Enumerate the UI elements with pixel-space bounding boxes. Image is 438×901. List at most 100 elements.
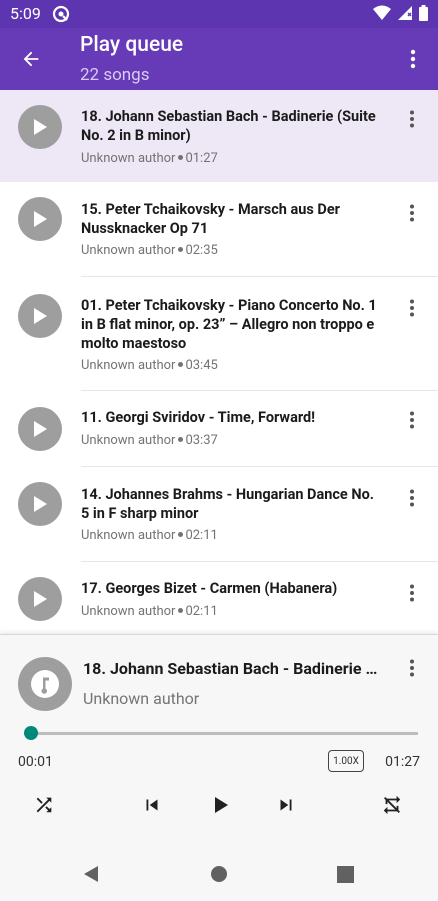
queue-item-author: Unknown author	[81, 528, 176, 543]
divider	[81, 276, 438, 277]
queue-item-duration: 02:35	[185, 243, 218, 258]
arrow-back-icon	[23, 51, 39, 67]
more-vert-icon	[410, 110, 414, 128]
more-vert-icon	[410, 299, 414, 317]
previous-button[interactable]	[136, 789, 168, 821]
separator-dot	[178, 362, 184, 368]
queue-item-author: Unknown author	[81, 151, 176, 166]
now-playing-title: 18. Johann Sebastian Bach - Badinerie (S…	[83, 659, 379, 678]
queue-item-title: 17. Georges Bizet - Carmen (Habanera)	[81, 580, 338, 597]
item-menu-button[interactable]	[402, 581, 422, 605]
separator-dot	[178, 247, 184, 253]
play-button[interactable]	[18, 294, 62, 338]
nav-home-icon	[211, 866, 227, 882]
battery-icon	[419, 5, 428, 21]
play-button[interactable]	[18, 407, 62, 451]
queue-item-meta: Unknown author 03:45	[81, 358, 218, 373]
queue-item[interactable]: 17. Georges Bizet - Carmen (Habanera) Un…	[0, 563, 438, 634]
queue-item-meta: Unknown author 02:35	[81, 243, 218, 258]
more-vert-icon	[410, 489, 414, 507]
more-vert-icon	[410, 204, 414, 222]
queue-item[interactable]: 18. Johann Sebastian Bach - Badinerie (S…	[0, 90, 438, 182]
divider	[81, 390, 438, 391]
nav-recents-icon	[336, 865, 354, 883]
current-time: 00:01	[18, 754, 53, 770]
queue-item-author: Unknown author	[81, 358, 176, 373]
overflow-menu-button[interactable]	[398, 42, 428, 76]
queue-item[interactable]: 11. Georgi Sviridov - Time, Forward! Unk…	[0, 392, 438, 467]
play-icon	[34, 591, 47, 607]
song-count: 22 songs	[80, 65, 150, 85]
play-icon	[34, 421, 47, 437]
total-time: 01:27	[385, 754, 420, 770]
queue-item-meta: Unknown author 01:27	[81, 151, 218, 166]
queue-item[interactable]: 15. Peter Tchaikovsky - Marsch aus Der N…	[0, 183, 438, 277]
now-playing-artist: Unknown author	[83, 689, 200, 708]
queue-item[interactable]: 14. Johannes Brahms - Hungarian Dance No…	[0, 468, 438, 562]
queue-item-meta: Unknown author 02:11	[81, 604, 218, 619]
skip-next-icon	[280, 799, 292, 811]
item-menu-button[interactable]	[402, 296, 422, 320]
queue-item-meta: Unknown author 02:11	[81, 528, 218, 543]
play-button[interactable]	[18, 577, 62, 621]
play-pause-button[interactable]	[204, 789, 236, 821]
play-icon	[34, 308, 47, 324]
queue-item-title: 14. Johannes Brahms - Hungarian Dance No…	[81, 486, 374, 522]
nav-back-button[interactable]	[80, 863, 102, 885]
repeat-button[interactable]	[376, 789, 408, 821]
shuffle-button[interactable]	[28, 789, 60, 821]
queue-item-duration: 01:27	[185, 151, 218, 166]
divider	[81, 561, 438, 562]
nav-recents-button[interactable]	[334, 863, 356, 885]
divider	[81, 466, 438, 467]
separator-dot	[178, 608, 184, 614]
separator-dot	[178, 155, 184, 161]
album-art	[18, 657, 72, 711]
queue-item-author: Unknown author	[81, 433, 176, 448]
item-menu-button[interactable]	[402, 107, 422, 131]
shuffle-icon	[36, 797, 52, 813]
queue-item-duration: 03:45	[185, 358, 218, 373]
app-bar: Play queue 22 songs	[0, 28, 438, 90]
repeat-off-icon	[383, 795, 401, 815]
queue-item[interactable]: 01. Peter Tchaikovsky - Piano Concerto N…	[0, 278, 438, 391]
play-icon	[215, 797, 228, 813]
more-vert-icon	[410, 49, 416, 69]
play-icon	[34, 119, 47, 135]
separator-dot	[178, 437, 184, 443]
item-menu-button[interactable]	[402, 408, 422, 432]
nav-back-icon	[84, 866, 98, 882]
play-button[interactable]	[18, 197, 62, 241]
next-button[interactable]	[270, 789, 302, 821]
wifi-icon	[373, 5, 391, 20]
play-button[interactable]	[18, 482, 62, 526]
status-bar: 5:09	[0, 0, 438, 28]
queue-item-title: 11. Georgi Sviridov - Time, Forward!	[81, 409, 316, 426]
now-playing-menu-button[interactable]	[402, 655, 422, 681]
page-title: Play queue	[80, 33, 184, 57]
queue-item-title: 01. Peter Tchaikovsky - Piano Concerto N…	[81, 297, 377, 352]
play-icon	[34, 496, 47, 512]
music-note-icon	[31, 670, 59, 698]
separator-dot	[178, 532, 184, 538]
more-vert-icon	[410, 584, 414, 602]
app-notification-icon	[52, 5, 70, 23]
nav-home-button[interactable]	[208, 863, 230, 885]
item-menu-button[interactable]	[402, 201, 422, 225]
status-time: 5:09	[10, 4, 41, 23]
item-menu-button[interactable]	[402, 486, 422, 510]
seek-bar[interactable]	[23, 726, 418, 740]
seek-thumb[interactable]	[23, 726, 38, 740]
queue-item-author: Unknown author	[81, 604, 176, 619]
playback-speed-button[interactable]: 1.00X	[328, 750, 364, 772]
play-button[interactable]	[18, 105, 62, 149]
queue-list[interactable]: 18. Johann Sebastian Bach - Badinerie (S…	[0, 90, 438, 634]
queue-item-author: Unknown author	[81, 243, 176, 258]
queue-item-duration: 02:11	[185, 604, 218, 619]
signal-icon	[398, 6, 412, 20]
more-vert-icon	[410, 659, 414, 677]
queue-item-duration: 03:37	[185, 433, 218, 448]
skip-previous-icon	[146, 799, 158, 811]
play-icon	[34, 211, 47, 227]
back-button[interactable]	[14, 42, 48, 76]
